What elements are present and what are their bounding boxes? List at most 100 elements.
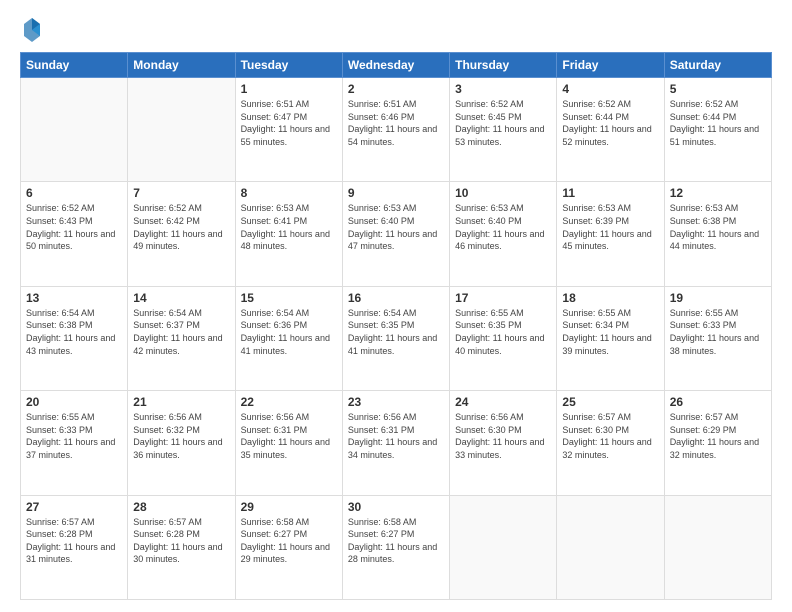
day-detail: Sunrise: 6:54 AM Sunset: 6:37 PM Dayligh… [133,307,229,357]
calendar-cell: 28Sunrise: 6:57 AM Sunset: 6:28 PM Dayli… [128,495,235,599]
calendar-cell: 25 Sunrise: 6:57 AM Sunset: 6:30 PM Dayli… [557,391,664,495]
calendar-cell: 29Sunrise: 6:58 AM Sunset: 6:27 PM Dayli… [235,495,342,599]
calendar-cell: 7 Sunrise: 6:52 AM Sunset: 6:42 PM Daylig… [128,182,235,286]
day-number: 26 [670,395,766,409]
calendar-cell: 3 Sunrise: 6:52 AM Sunset: 6:45 PM Daylig… [450,78,557,182]
calendar-cell: 13 Sunrise: 6:54 AM Sunset: 6:38 PM Dayli… [21,286,128,390]
day-detail: Sunrise: 6:53 AM Sunset: 6:39 PM Dayligh… [562,202,658,252]
day-number: 6 [26,186,122,200]
calendar-cell: 17 Sunrise: 6:55 AM Sunset: 6:35 PM Dayli… [450,286,557,390]
day-detail: Sunrise: 6:56 AM Sunset: 6:31 PM Dayligh… [241,411,337,461]
day-number: 15 [241,291,337,305]
day-detail: Sunrise: 6:54 AM Sunset: 6:35 PM Dayligh… [348,307,444,357]
calendar-cell: 12 Sunrise: 6:53 AM Sunset: 6:38 PM Dayli… [664,182,771,286]
day-number: 30 [348,500,444,514]
calendar-cell: 11Sunrise: 6:53 AM Sunset: 6:39 PM Dayli… [557,182,664,286]
calendar-cell [128,78,235,182]
day-number: 17 [455,291,551,305]
day-number: 28 [133,500,229,514]
day-detail: Sunrise: 6:55 AM Sunset: 6:35 PM Dayligh… [455,307,551,357]
calendar-cell: 2 Sunrise: 6:51 AM Sunset: 6:46 PM Daylig… [342,78,449,182]
day-detail: Sunrise: 6:55 AM Sunset: 6:33 PM Dayligh… [670,307,766,357]
calendar-cell: 4 Sunrise: 6:52 AM Sunset: 6:44 PM Daylig… [557,78,664,182]
calendar-cell: 1 Sunrise: 6:51 AM Sunset: 6:47 PM Daylig… [235,78,342,182]
calendar-cell: 27 Sunrise: 6:57 AM Sunset: 6:28 PM Dayli… [21,495,128,599]
calendar-header-sunday: Sunday [21,53,128,78]
calendar-cell [664,495,771,599]
day-detail: Sunrise: 6:53 AM Sunset: 6:40 PM Dayligh… [455,202,551,252]
day-number: 23 [348,395,444,409]
day-detail: Sunrise: 6:57 AM Sunset: 6:28 PM Dayligh… [26,516,122,566]
day-number: 20 [26,395,122,409]
day-detail: Sunrise: 6:57 AM Sunset: 6:30 PM Dayligh… [562,411,658,461]
day-detail: Sunrise: 6:56 AM Sunset: 6:31 PM Dayligh… [348,411,444,461]
day-detail: Sunrise: 6:56 AM Sunset: 6:32 PM Dayligh… [133,411,229,461]
day-number: 2 [348,82,444,96]
day-number: 24 [455,395,551,409]
day-detail: Sunrise: 6:52 AM Sunset: 6:42 PM Dayligh… [133,202,229,252]
calendar-cell: 22 Sunrise: 6:56 AM Sunset: 6:31 PM Dayli… [235,391,342,495]
calendar-cell: 23 Sunrise: 6:56 AM Sunset: 6:31 PM Dayli… [342,391,449,495]
day-number: 8 [241,186,337,200]
day-number: 4 [562,82,658,96]
calendar-header-tuesday: Tuesday [235,53,342,78]
calendar-week-row: 20 Sunrise: 6:55 AM Sunset: 6:33 PM Dayli… [21,391,772,495]
day-number: 22 [241,395,337,409]
day-number: 29 [241,500,337,514]
logo-icon [22,16,42,44]
day-detail: Sunrise: 6:52 AM Sunset: 6:45 PM Dayligh… [455,98,551,148]
calendar-cell: 21Sunrise: 6:56 AM Sunset: 6:32 PM Dayli… [128,391,235,495]
day-number: 7 [133,186,229,200]
day-detail: Sunrise: 6:51 AM Sunset: 6:46 PM Dayligh… [348,98,444,148]
calendar-cell: 6Sunrise: 6:52 AM Sunset: 6:43 PM Daylig… [21,182,128,286]
calendar-cell: 30 Sunrise: 6:58 AM Sunset: 6:27 PM Dayli… [342,495,449,599]
day-detail: Sunrise: 6:55 AM Sunset: 6:33 PM Dayligh… [26,411,122,461]
page: SundayMondayTuesdayWednesdayThursdayFrid… [0,0,792,612]
day-detail: Sunrise: 6:53 AM Sunset: 6:38 PM Dayligh… [670,202,766,252]
calendar-header-friday: Friday [557,53,664,78]
day-detail: Sunrise: 6:54 AM Sunset: 6:38 PM Dayligh… [26,307,122,357]
calendar-cell [450,495,557,599]
day-number: 5 [670,82,766,96]
day-detail: Sunrise: 6:57 AM Sunset: 6:29 PM Dayligh… [670,411,766,461]
day-number: 13 [26,291,122,305]
calendar-week-row: 27 Sunrise: 6:57 AM Sunset: 6:28 PM Dayli… [21,495,772,599]
calendar-cell: 18Sunrise: 6:55 AM Sunset: 6:34 PM Dayli… [557,286,664,390]
calendar-cell: 8 Sunrise: 6:53 AM Sunset: 6:41 PM Daylig… [235,182,342,286]
day-number: 10 [455,186,551,200]
day-number: 18 [562,291,658,305]
calendar-week-row: 6Sunrise: 6:52 AM Sunset: 6:43 PM Daylig… [21,182,772,286]
calendar-table: SundayMondayTuesdayWednesdayThursdayFrid… [20,52,772,600]
day-number: 3 [455,82,551,96]
day-number: 12 [670,186,766,200]
calendar-header-saturday: Saturday [664,53,771,78]
calendar-header-wednesday: Wednesday [342,53,449,78]
day-detail: Sunrise: 6:56 AM Sunset: 6:30 PM Dayligh… [455,411,551,461]
day-number: 14 [133,291,229,305]
day-detail: Sunrise: 6:52 AM Sunset: 6:44 PM Dayligh… [670,98,766,148]
day-number: 25 [562,395,658,409]
calendar-cell: 26 Sunrise: 6:57 AM Sunset: 6:29 PM Dayli… [664,391,771,495]
day-detail: Sunrise: 6:52 AM Sunset: 6:44 PM Dayligh… [562,98,658,148]
day-detail: Sunrise: 6:53 AM Sunset: 6:41 PM Dayligh… [241,202,337,252]
day-detail: Sunrise: 6:58 AM Sunset: 6:27 PM Dayligh… [348,516,444,566]
calendar-cell: 9 Sunrise: 6:53 AM Sunset: 6:40 PM Daylig… [342,182,449,286]
calendar-week-row: 1 Sunrise: 6:51 AM Sunset: 6:47 PM Daylig… [21,78,772,182]
calendar-cell: 15Sunrise: 6:54 AM Sunset: 6:36 PM Dayli… [235,286,342,390]
calendar-cell: 16Sunrise: 6:54 AM Sunset: 6:35 PM Dayli… [342,286,449,390]
header [20,16,772,44]
day-detail: Sunrise: 6:53 AM Sunset: 6:40 PM Dayligh… [348,202,444,252]
calendar-cell: 14 Sunrise: 6:54 AM Sunset: 6:37 PM Dayli… [128,286,235,390]
day-detail: Sunrise: 6:51 AM Sunset: 6:47 PM Dayligh… [241,98,337,148]
day-number: 9 [348,186,444,200]
day-number: 27 [26,500,122,514]
calendar-cell [21,78,128,182]
calendar-cell: 24 Sunrise: 6:56 AM Sunset: 6:30 PM Dayli… [450,391,557,495]
calendar-cell: 5 Sunrise: 6:52 AM Sunset: 6:44 PM Daylig… [664,78,771,182]
calendar-cell: 10 Sunrise: 6:53 AM Sunset: 6:40 PM Dayli… [450,182,557,286]
calendar-header-thursday: Thursday [450,53,557,78]
calendar-cell [557,495,664,599]
logo [20,16,42,44]
day-number: 1 [241,82,337,96]
calendar-header-row: SundayMondayTuesdayWednesdayThursdayFrid… [21,53,772,78]
